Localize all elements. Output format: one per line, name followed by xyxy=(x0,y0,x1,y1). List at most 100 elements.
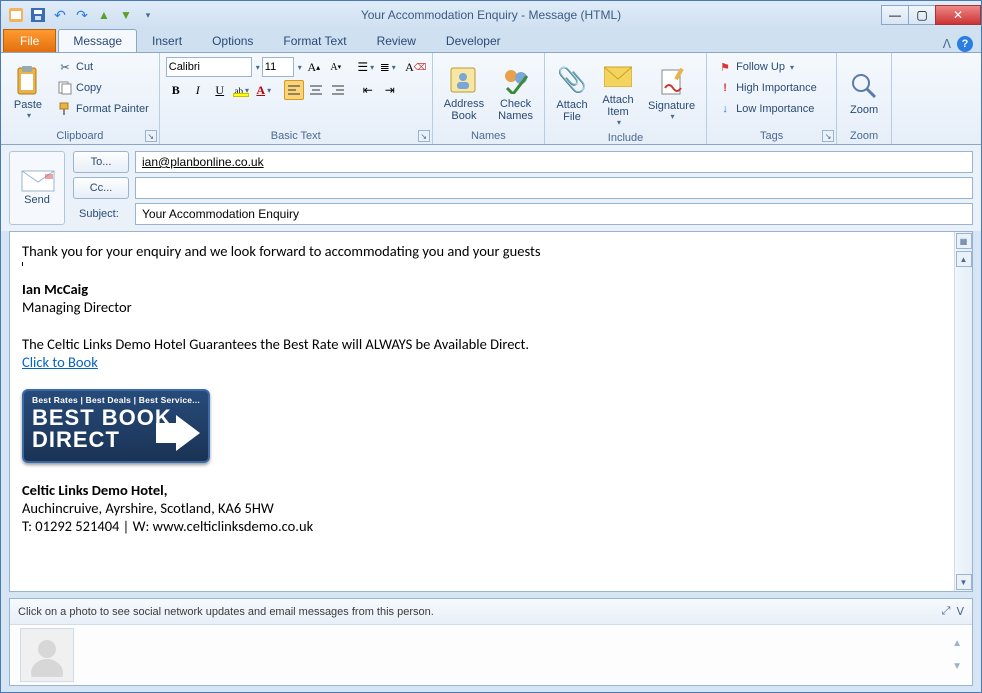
font-color-icon[interactable]: A▾ xyxy=(254,80,274,100)
signature-icon xyxy=(656,66,688,98)
best-book-direct-logo: Best Rates | Best Deals | Best Service..… xyxy=(22,389,210,463)
text-cursor xyxy=(22,262,23,266)
message-body[interactable]: Thank you for your enquiry and we look f… xyxy=(10,232,954,591)
prev-item-icon[interactable]: ▲ xyxy=(95,6,113,24)
scroll-down-icon[interactable]: ▼ xyxy=(956,574,972,590)
group-clipboard: Paste ▾ ✂Cut Copy Format Painter Clipboa… xyxy=(1,53,160,144)
click-to-book-link[interactable]: Click to Book xyxy=(22,353,98,371)
tab-message[interactable]: Message xyxy=(58,29,137,52)
tab-format-text[interactable]: Format Text xyxy=(268,29,361,52)
group-label-include: Include xyxy=(551,130,700,144)
align-center-icon[interactable] xyxy=(306,80,326,100)
window-controls: — ▢ ✕ xyxy=(882,5,981,25)
clear-formatting-icon[interactable]: A⌫ xyxy=(406,57,426,77)
tab-developer[interactable]: Developer xyxy=(431,29,516,52)
subject-field[interactable] xyxy=(135,203,973,225)
scroll-up-icon[interactable]: ▲ xyxy=(956,251,972,267)
follow-up-button[interactable]: ⚑Follow Up▾ xyxy=(713,57,830,77)
decrease-indent-icon[interactable]: ⇤ xyxy=(358,80,378,100)
clipboard-dialog-launcher[interactable]: ↘ xyxy=(145,130,157,142)
minimize-button[interactable]: — xyxy=(881,5,909,25)
down-arrow-icon: ↓ xyxy=(717,101,733,117)
ribbon: Paste ▾ ✂Cut Copy Format Painter Clipboa… xyxy=(1,53,981,145)
font-name-select[interactable] xyxy=(166,57,252,77)
low-importance-button[interactable]: ↓Low Importance xyxy=(713,99,830,119)
to-button[interactable]: To... xyxy=(73,151,129,173)
contact-avatar[interactable] xyxy=(20,628,74,682)
hotel-name: Celtic Links Demo Hotel, xyxy=(22,481,167,499)
next-item-icon[interactable]: ▼ xyxy=(117,6,135,24)
font-size-select[interactable] xyxy=(262,57,294,77)
tab-insert[interactable]: Insert xyxy=(137,29,197,52)
body-scrollbar[interactable]: ▦ ▲ ▼ xyxy=(954,232,972,591)
group-label-tags: Tags xyxy=(713,128,830,142)
save-icon[interactable] xyxy=(29,6,47,24)
paintbrush-icon xyxy=(57,101,73,117)
scissors-icon: ✂ xyxy=(57,59,73,75)
hotel-address: Auchincruive, Ayrshire, Scotland, KA6 5H… xyxy=(22,499,942,517)
group-tags: ⚑Follow Up▾ !High Importance ↓Low Import… xyxy=(707,53,837,144)
send-button[interactable]: Send xyxy=(9,151,65,225)
group-include: 📎 Attach File Attach Item▾ Signature▾ In… xyxy=(545,53,707,144)
people-pane-header: Click on a photo to see social network u… xyxy=(10,599,972,625)
increase-indent-icon[interactable]: ⇥ xyxy=(380,80,400,100)
align-left-icon[interactable] xyxy=(284,80,304,100)
attach-item-button[interactable]: Attach Item▾ xyxy=(597,57,639,130)
check-names-button[interactable]: Check Names xyxy=(493,57,538,128)
cc-field[interactable] xyxy=(135,177,973,199)
signature-button[interactable]: Signature▾ xyxy=(643,57,700,130)
tab-review[interactable]: Review xyxy=(362,29,431,52)
format-painter-button[interactable]: Format Painter xyxy=(53,99,153,119)
grow-font-icon[interactable]: A▴ xyxy=(304,57,324,77)
cut-button[interactable]: ✂Cut xyxy=(53,57,153,77)
people-pane-expand-icon[interactable]: ⤢ xyxy=(942,605,951,618)
ruler-toggle-icon[interactable]: ▦ xyxy=(956,233,972,249)
bold-icon[interactable]: B xyxy=(166,80,186,100)
highlight-icon[interactable]: ab▾ xyxy=(232,80,252,100)
high-importance-button[interactable]: !High Importance xyxy=(713,78,830,98)
to-field[interactable] xyxy=(135,151,973,173)
underline-icon[interactable]: U xyxy=(210,80,230,100)
address-book-button[interactable]: Address Book xyxy=(439,57,489,128)
align-right-icon[interactable] xyxy=(328,80,348,100)
check-names-icon xyxy=(500,64,532,96)
zoom-button[interactable]: Zoom xyxy=(843,57,885,128)
maximize-button[interactable]: ▢ xyxy=(908,5,936,25)
paste-button[interactable]: Paste ▾ xyxy=(7,57,49,128)
people-scroll-down-icon[interactable]: ▼ xyxy=(952,661,962,672)
send-label: Send xyxy=(24,194,50,206)
outlook-icon[interactable] xyxy=(7,6,25,24)
attach-file-button[interactable]: 📎 Attach File xyxy=(551,57,593,130)
people-pane: Click on a photo to see social network u… xyxy=(9,598,973,686)
group-basic-text: ▾ ▾ A▴ A▾ ☰▾ ≣▾ A⌫ B I U ab▾ A▾ xyxy=(160,53,433,144)
file-tab[interactable]: File xyxy=(3,29,56,52)
paste-label: Paste xyxy=(14,99,42,111)
envelope-icon xyxy=(21,170,53,194)
ribbon-tabs: File Message Insert Options Format Text … xyxy=(1,29,981,53)
shrink-font-icon[interactable]: A▾ xyxy=(326,57,346,77)
tags-dialog-launcher[interactable]: ↘ xyxy=(822,130,834,142)
people-scroll-up-icon[interactable]: ▲ xyxy=(952,638,962,649)
minimize-ribbon-icon[interactable]: ᐱ xyxy=(943,37,951,51)
magnifier-icon xyxy=(848,70,880,102)
redo-icon[interactable]: ↷ xyxy=(73,6,91,24)
italic-icon[interactable]: I xyxy=(188,80,208,100)
basic-text-dialog-launcher[interactable]: ↘ xyxy=(418,130,430,142)
qat-customize-icon[interactable]: ▾ xyxy=(139,6,157,24)
cc-button[interactable]: Cc... xyxy=(73,177,129,199)
signature-name: Ian McCaig xyxy=(22,280,88,298)
group-names: Address Book Check Names Names xyxy=(433,53,545,144)
bullets-icon[interactable]: ☰▾ xyxy=(356,57,376,77)
numbering-icon[interactable]: ≣▾ xyxy=(378,57,398,77)
people-pane-hint: Click on a photo to see social network u… xyxy=(18,606,434,618)
address-book-icon xyxy=(448,64,480,96)
undo-icon[interactable]: ↶ xyxy=(51,6,69,24)
people-pane-collapse-icon[interactable]: ᐯ xyxy=(956,605,964,618)
copy-button[interactable]: Copy xyxy=(53,78,153,98)
paperclip-icon: 📎 xyxy=(556,65,588,97)
hotel-contact: T: 01292 521404 | W: www.celticlinksdemo… xyxy=(22,517,942,535)
tab-options[interactable]: Options xyxy=(197,29,268,52)
help-icon[interactable]: ? xyxy=(957,36,973,52)
subject-label: Subject: xyxy=(73,208,129,220)
close-button[interactable]: ✕ xyxy=(935,5,981,25)
